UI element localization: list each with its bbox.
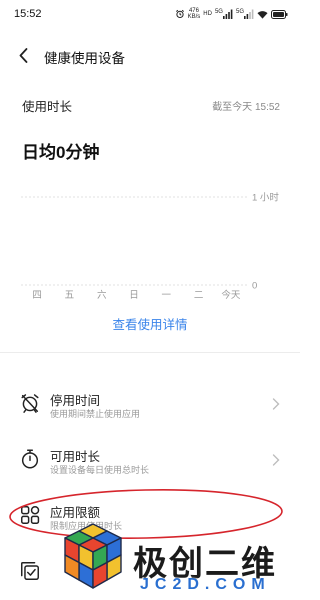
usage-chart[interactable]: 1 小时 0 四 五 六 日 一 二 今天 — [0, 185, 300, 305]
signal-1: 5G — [215, 9, 233, 19]
back-button[interactable] — [16, 46, 30, 64]
setting-subtitle: 设置设备每日使用总时长 — [50, 465, 150, 475]
setting-item-screen-time[interactable]: 可用时长 设置设备每日使用总时长 — [0, 432, 300, 488]
chart-x-tick: 日 — [129, 290, 139, 301]
page-title: 健康使用设备 — [44, 51, 125, 66]
signal-2: 5G — [236, 9, 254, 19]
chart-x-tick: 五 — [65, 290, 75, 301]
chevron-left-icon — [19, 47, 27, 63]
usage-label: 使用时长 — [22, 100, 73, 114]
checklist-icon — [21, 562, 39, 580]
chart-marks: 四 五 六 日 一 二 今天 — [32, 289, 241, 301]
signal-icon — [244, 9, 254, 19]
chevron-right-icon — [272, 398, 280, 410]
chevron-right-icon — [272, 454, 280, 466]
app-grid-icon — [21, 506, 40, 524]
alarm-off-icon — [21, 394, 39, 413]
watermark-domain: JC2D.COM — [140, 576, 271, 593]
status-time: 15:52 — [14, 8, 42, 20]
signal-1-label: 5G — [214, 9, 223, 15]
battery-icon — [271, 9, 288, 19]
chart-x-tick: 六 — [97, 289, 107, 301]
chart-x-tick: 二 — [194, 290, 204, 301]
signal-2-label: 5G — [235, 9, 244, 15]
daily-average: 日均0分钟 — [22, 143, 100, 162]
wifi-icon — [257, 10, 268, 19]
net-speed-unit: KB/s — [187, 14, 201, 20]
net-speed: 476 KB/s — [188, 8, 201, 20]
setting-item-downtime[interactable]: 停用时间 使用期间禁止使用应用 — [0, 376, 300, 432]
view-usage-details-link[interactable]: 查看使用详情 — [0, 314, 300, 333]
divider — [0, 352, 300, 353]
alarm-icon — [175, 9, 184, 19]
chart-x-tick: 四 — [32, 290, 42, 301]
setting-subtitle: 使用期间禁止使用应用 — [50, 409, 141, 419]
hd-label: HD — [203, 11, 212, 17]
chart-y-tick-zero: 0 — [252, 281, 257, 292]
timer-icon — [21, 449, 39, 469]
chart-x-tick: 今天 — [221, 289, 241, 301]
chart-x-tick: 一 — [162, 290, 172, 301]
status-icons: 476 KB/s HD 5G 5G — [175, 7, 288, 21]
chart-y-tick-max: 1 小时 — [252, 192, 279, 204]
usage-as-of: 截至今天 15:52 — [212, 102, 280, 113]
watermark-cube-logo — [64, 523, 122, 589]
signal-icon — [222, 9, 233, 19]
